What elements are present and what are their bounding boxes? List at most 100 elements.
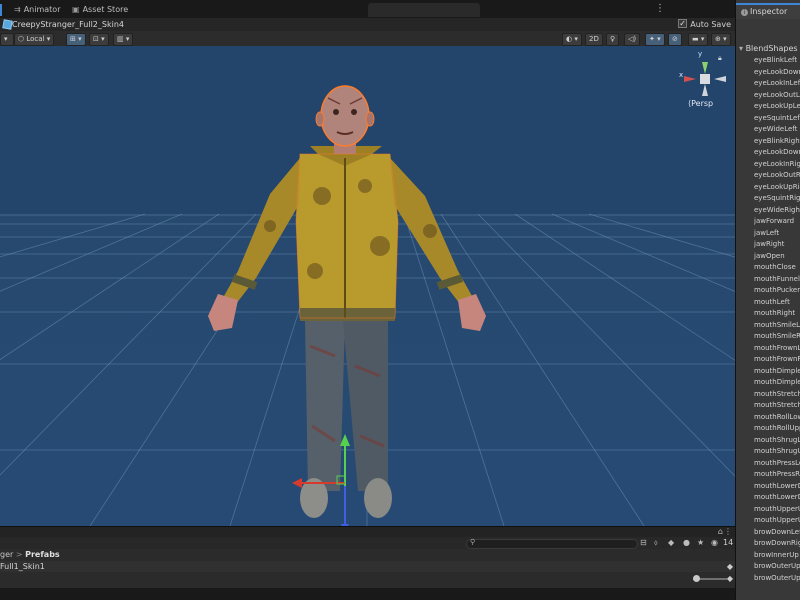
blendshape-item[interactable]: browDownLeft	[754, 527, 800, 539]
blendshape-item[interactable]: eyeLookOutLeft	[754, 90, 800, 102]
info-icon: i	[741, 9, 748, 16]
blendshape-item[interactable]: mouthFunnel	[754, 274, 800, 286]
search-input[interactable]: ⚲	[466, 538, 638, 549]
blendshape-item[interactable]: mouthStretchRight	[754, 400, 800, 412]
pivot-dropdown-icon[interactable]: ▾	[0, 33, 14, 46]
scene-tab-edge[interactable]	[0, 4, 2, 16]
blendshape-item[interactable]: eyeWideRight	[754, 205, 800, 217]
star-icon[interactable]: ★	[697, 538, 704, 547]
store-icon: ▣	[72, 5, 80, 14]
blendshape-item[interactable]: eyeLookOutRight	[754, 170, 800, 182]
lighting-toggle[interactable]: ♀	[606, 33, 620, 46]
blendshape-item[interactable]: mouthStretchLeft	[754, 389, 800, 401]
blendshape-item[interactable]: mouthFrownLeft	[754, 343, 800, 355]
globe-icon: ⊕	[715, 35, 721, 43]
effects-toggle[interactable]: ✦ ▾	[645, 33, 665, 46]
blendshape-item[interactable]: mouthDimpleLeft	[754, 366, 800, 378]
prefab-mode-bar: CreepyStranger_Full2_Skin4 Auto Save	[0, 17, 735, 32]
camera-settings-button[interactable]: ▬ ▾	[688, 33, 709, 46]
tab-animator[interactable]: ⇉ Animator	[8, 3, 66, 17]
blendshape-item[interactable]: mouthSmileLeft	[754, 320, 800, 332]
auto-save-toggle[interactable]: Auto Save	[678, 17, 731, 31]
effects-icon: ✦	[649, 35, 655, 43]
label-filter-icon[interactable]: ⬨	[654, 538, 658, 548]
prefab-arrow-icon[interactable]: ◆	[727, 561, 733, 572]
blendshape-item[interactable]: eyeSquintLeft	[754, 113, 800, 125]
settings-icon[interactable]: ●	[683, 538, 690, 547]
blendshape-item[interactable]: mouthPressRight	[754, 469, 800, 481]
audio-toggle[interactable]: ◁)	[624, 33, 641, 46]
inspector-panel: i Inspector ▾ BlendShapes eyeBlinkLeft eye…	[735, 0, 800, 600]
draw-mode-button[interactable]: ◐ ▾	[562, 33, 582, 46]
blendshape-item[interactable]: eyeLookDownLeft	[754, 67, 800, 79]
lock-icon[interactable]: ⌂	[718, 527, 723, 536]
blendshape-item[interactable]: browOuterUpLeft	[754, 561, 800, 573]
blendshape-item[interactable]: eyeSquintRight	[754, 193, 800, 205]
scene-viewport[interactable]: y x 🔒︎ ⟨Persp	[0, 46, 735, 526]
blendshape-item[interactable]: eyeBlinkLeft	[754, 55, 800, 67]
blendshape-item[interactable]: mouthLowerDownRight	[754, 492, 800, 504]
tag-icon[interactable]: ◆	[668, 538, 674, 547]
blendshape-item[interactable]: mouthRight	[754, 308, 800, 320]
more-options-icon[interactable]: ⋮	[724, 527, 732, 536]
mode-2d-button[interactable]: 2D	[585, 33, 603, 46]
gizmo-x-label: x	[679, 71, 684, 79]
eye-icon[interactable]: ◉	[711, 538, 718, 547]
list-item[interactable]: Full1_Skin1 ◆	[0, 561, 735, 572]
blendshape-item[interactable]: browInnerUp	[754, 550, 800, 562]
blendshape-item[interactable]: mouthLowerDownLeft	[754, 481, 800, 493]
gizmos-button[interactable]: ⊕ ▾	[711, 33, 731, 46]
scene-visibility-toggle[interactable]: ⊘	[668, 33, 682, 46]
blendshape-item[interactable]: browDownRight	[754, 538, 800, 550]
blendshape-item[interactable]: mouthRollUpper	[754, 423, 800, 435]
blendshape-item[interactable]: mouthShrugLower	[754, 435, 800, 447]
blendshape-item[interactable]: jawForward	[754, 216, 800, 228]
lock-icon[interactable]: 🔒︎	[718, 54, 722, 63]
grid-snap-button[interactable]: ⊞ ▾	[66, 33, 86, 46]
grid-settings-button[interactable]: ⊡ ▾	[89, 33, 109, 46]
blendshapes-foldout[interactable]: ▾ BlendShapes	[739, 44, 798, 53]
blendshape-item[interactable]: mouthDimpleRight	[754, 377, 800, 389]
tab-asset-store[interactable]: ▣ Asset Store	[66, 3, 134, 17]
blendshape-item[interactable]: eyeLookUpRight	[754, 182, 800, 194]
visibility-count: 14	[723, 538, 734, 547]
search-filter-icon[interactable]: ⊟	[640, 538, 647, 547]
zoom-slider[interactable]	[693, 575, 727, 582]
blendshape-item[interactable]: mouthRollLower	[754, 412, 800, 424]
projection-toggle[interactable]: ⟨Persp	[688, 99, 713, 108]
blendshape-item[interactable]: mouthPressLeft	[754, 458, 800, 470]
blendshape-item[interactable]: mouthLeft	[754, 297, 800, 309]
handle-space-dropdown[interactable]: ⬡ Local ▾	[14, 33, 55, 46]
blendshape-item[interactable]: eyeBlinkRight	[754, 136, 800, 148]
shading-icon: ◐	[566, 35, 573, 43]
pin-icon[interactable]: ◆	[727, 574, 733, 583]
blendshape-item[interactable]: jawRight	[754, 239, 800, 251]
blendshape-item[interactable]: mouthUpperUpLeft	[754, 504, 800, 516]
blendshape-item[interactable]: eyeLookInRight	[754, 159, 800, 171]
breadcrumb: ger > Prefabs	[0, 549, 735, 561]
blendshape-item[interactable]: eyeWideLeft	[754, 124, 800, 136]
blendshape-item[interactable]: jawLeft	[754, 228, 800, 240]
blendshape-item[interactable]: mouthUpperUpRight	[754, 515, 800, 527]
blendshape-item[interactable]: mouthFrownRight	[754, 354, 800, 366]
prefab-name[interactable]: CreepyStranger_Full2_Skin4	[12, 18, 124, 31]
blendshape-item[interactable]: mouthClose	[754, 262, 800, 274]
breadcrumb-parent[interactable]: ger	[0, 550, 13, 559]
blendshape-item[interactable]: jawOpen	[754, 251, 800, 263]
blendshape-item[interactable]: mouthPucker	[754, 285, 800, 297]
increment-snap-button[interactable]: ▥ ▾	[113, 33, 134, 46]
blendshape-item[interactable]: eyeLookInLeft	[754, 78, 800, 90]
blendshape-item[interactable]: eyeLookDownRight	[754, 147, 800, 159]
breadcrumb-current[interactable]: Prefabs	[25, 550, 60, 559]
tab-blank[interactable]	[368, 3, 480, 17]
tab-inspector[interactable]: i Inspector	[736, 3, 800, 19]
audio-icon: ◁)	[628, 35, 637, 43]
blendshape-item[interactable]: browOuterUpRight	[754, 573, 800, 585]
blendshape-item[interactable]: eyeLookUpLeft	[754, 101, 800, 113]
blendshape-item[interactable]: mouthShrugUpper	[754, 446, 800, 458]
more-options-icon[interactable]: ⋮	[655, 3, 665, 14]
gizmo-y-label: y	[698, 50, 703, 58]
checkbox-icon[interactable]	[678, 17, 688, 30]
grid-snap-icon: ⊡	[93, 35, 99, 43]
blendshape-item[interactable]: mouthSmileRight	[754, 331, 800, 343]
